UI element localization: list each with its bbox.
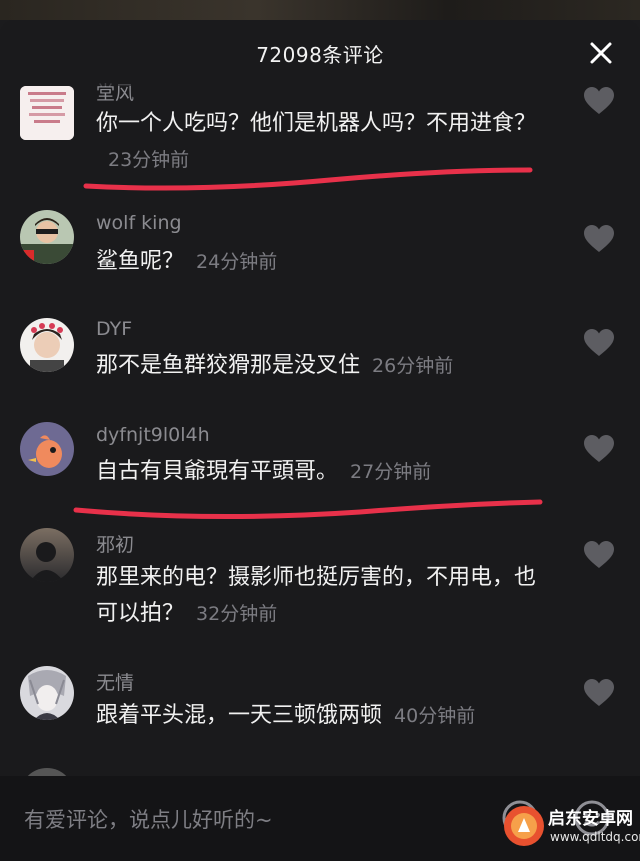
comment-timestamp: 40分钟前 bbox=[394, 705, 476, 727]
comment-text: 你一个人吃吗？他们是机器人吗？不用进食？ 23分钟前 bbox=[96, 106, 556, 178]
comment-text: 那不是鱼群狡猾那是没叉住 26分钟前 bbox=[96, 348, 556, 384]
comment-username[interactable]: wolf king bbox=[96, 212, 182, 234]
comment-username[interactable]: 邪初 bbox=[96, 530, 134, 557]
comment-username[interactable]: 无情 bbox=[96, 668, 134, 695]
heart-icon[interactable] bbox=[583, 224, 615, 254]
comment-list[interactable]: 堂风 你一个人吃吗？他们是机器人吗？不用进食？23分钟前 wolf king 鲨… bbox=[0, 20, 640, 776]
site-watermark: 启东安卓网 www.qdltdq.com bbox=[502, 800, 640, 861]
comment-text: 跟着平头混，一天三顿饿两顿 40分钟前 bbox=[96, 698, 556, 734]
avatar[interactable] bbox=[20, 86, 74, 140]
watermark-logo-icon bbox=[504, 806, 544, 846]
watermark-name: 启东安卓网 bbox=[548, 809, 633, 829]
comment-timestamp: 27分钟前 bbox=[350, 461, 432, 483]
comment-text: 自古有貝爺現有平頭哥。 27分钟前 bbox=[96, 454, 556, 490]
comment-timestamp: 24分钟前 bbox=[196, 251, 278, 273]
heart-icon[interactable] bbox=[583, 540, 615, 570]
avatar[interactable] bbox=[20, 422, 74, 476]
watermark-url: www.qdltdq.com bbox=[550, 830, 640, 844]
comment-timestamp: 23分钟前 bbox=[108, 149, 190, 171]
heart-icon[interactable] bbox=[583, 678, 615, 708]
avatar[interactable] bbox=[20, 210, 74, 264]
avatar[interactable] bbox=[20, 528, 74, 582]
comment-username[interactable]: dyfnjt9l0l4h bbox=[96, 424, 210, 446]
heart-icon[interactable] bbox=[583, 328, 615, 358]
comment-text: 鲨鱼呢？ 24分钟前 bbox=[96, 244, 556, 280]
heart-icon[interactable] bbox=[583, 86, 615, 116]
comment-timestamp: 32分钟前 bbox=[196, 603, 278, 625]
comment-text: 那里来的电？摄影师也挺厉害的，不用电，也可以拍？ 32分钟前 bbox=[96, 560, 556, 632]
comment-username[interactable]: DYF bbox=[96, 318, 132, 340]
comment-content: 自古有貝爺現有平頭哥。 bbox=[96, 459, 339, 484]
avatar[interactable] bbox=[20, 318, 74, 372]
comments-header: 72098条评论 bbox=[0, 20, 640, 86]
comment-content: 你一个人吃吗？他们是机器人吗？不用进食？ bbox=[96, 111, 537, 136]
comment-content: 鲨鱼呢？ bbox=[96, 249, 185, 274]
avatar[interactable] bbox=[20, 768, 74, 776]
close-icon[interactable] bbox=[588, 40, 614, 66]
video-background-strip bbox=[0, 0, 640, 20]
comment-timestamp: 26分钟前 bbox=[372, 355, 454, 377]
comment-content: 那里来的电？摄影师也挺厉害的，不用电，也可以拍？ bbox=[96, 565, 537, 626]
comment-count-title: 72098条评论 bbox=[256, 42, 384, 67]
comment-content: 跟着平头混，一天三顿饿两顿 bbox=[96, 703, 383, 728]
avatar[interactable] bbox=[20, 666, 74, 720]
comment-input[interactable] bbox=[22, 802, 466, 838]
comments-panel: 堂风 你一个人吃吗？他们是机器人吗？不用进食？23分钟前 wolf king 鲨… bbox=[0, 20, 640, 776]
comment-content: 那不是鱼群狡猾那是没叉住 bbox=[96, 353, 361, 378]
heart-icon[interactable] bbox=[583, 434, 615, 464]
